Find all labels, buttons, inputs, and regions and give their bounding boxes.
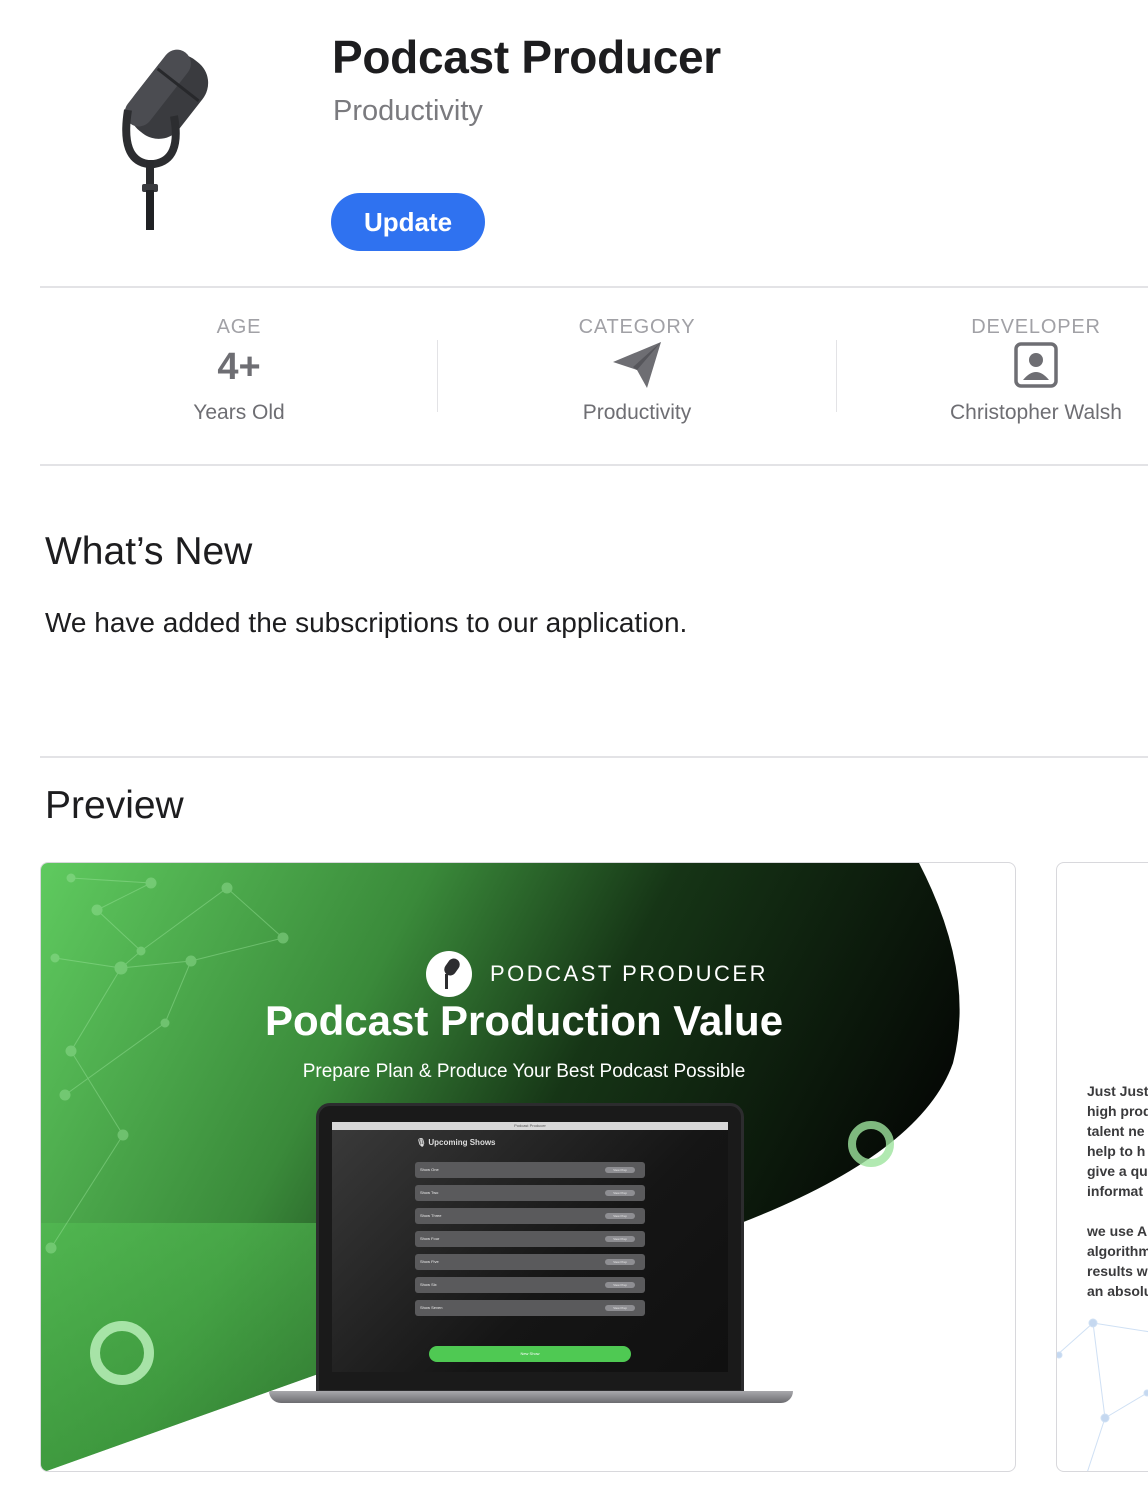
laptop-mockup: Podcast Producer 🎙 Upcoming Shows Show O…: [269, 1103, 793, 1403]
preview-title: Preview: [45, 784, 184, 827]
app-icon: [80, 40, 230, 240]
show-row: Show Seven View Prep: [415, 1300, 645, 1316]
whats-new-title: What’s New: [45, 530, 253, 573]
divider: [40, 286, 1148, 288]
info-developer-label: DEVELOPER: [971, 316, 1101, 338]
promo-brand: PODCAST PRODUCER: [426, 951, 768, 997]
promo-tagline: Prepare Plan & Produce Your Best Podcast…: [302, 1061, 746, 1082]
paper-plane-icon: [611, 340, 663, 395]
preview-screenshot-2[interactable]: Just Just high prod talent ne help to h …: [1056, 862, 1148, 1472]
app-category-subtitle: Productivity: [333, 95, 483, 127]
show-row: Show One View Prep: [415, 1162, 645, 1178]
preview-2-text: Just Just high prod talent ne help to h …: [1087, 1083, 1148, 1299]
show-row: Show Three View Prep: [415, 1208, 645, 1224]
info-age-label: AGE: [216, 316, 262, 338]
info-age: AGE 4+ Years Old: [40, 316, 438, 425]
promo-headline: Podcast Production Value: [264, 997, 784, 1044]
divider: [40, 756, 1148, 758]
laptop-base: [269, 1391, 793, 1403]
info-age-sub: Years Old: [193, 401, 285, 424]
laptop-lid: Podcast Producer 🎙 Upcoming Shows Show O…: [316, 1103, 744, 1393]
preview-screenshot-1[interactable]: PODCAST PRODUCER Podcast Production Valu…: [40, 862, 1016, 1472]
info-age-value: 4+: [217, 345, 261, 388]
promo-brand-text: PODCAST PRODUCER: [490, 961, 768, 986]
divider: [40, 464, 1148, 466]
info-category-sub: Productivity: [582, 401, 692, 424]
show-row: Show Five View Prep: [415, 1254, 645, 1270]
show-row: Show Four View Prep: [415, 1231, 645, 1247]
microphone-icon: [426, 951, 472, 997]
new-show-button: New Show: [429, 1346, 631, 1362]
info-developer[interactable]: DEVELOPER Christopher Walsh: [837, 316, 1148, 425]
person-icon: [1014, 341, 1058, 393]
show-row: Show Two View Prep: [415, 1185, 645, 1201]
whats-new-body: We have added the subscriptions to our a…: [45, 607, 688, 638]
show-row: Show Six View Prep: [415, 1277, 645, 1293]
info-category[interactable]: CATEGORY Productivity: [438, 316, 836, 425]
info-category-label: CATEGORY: [578, 316, 696, 338]
screen-heading: 🎙 Upcoming Shows: [416, 1138, 496, 1147]
update-button[interactable]: Update: [331, 193, 485, 251]
info-developer-sub: Christopher Walsh: [950, 401, 1122, 424]
app-title: Podcast Producer: [332, 31, 721, 83]
screen-title-bar: Podcast Producer: [332, 1122, 728, 1130]
laptop-screen: Podcast Producer 🎙 Upcoming Shows Show O…: [332, 1122, 728, 1372]
